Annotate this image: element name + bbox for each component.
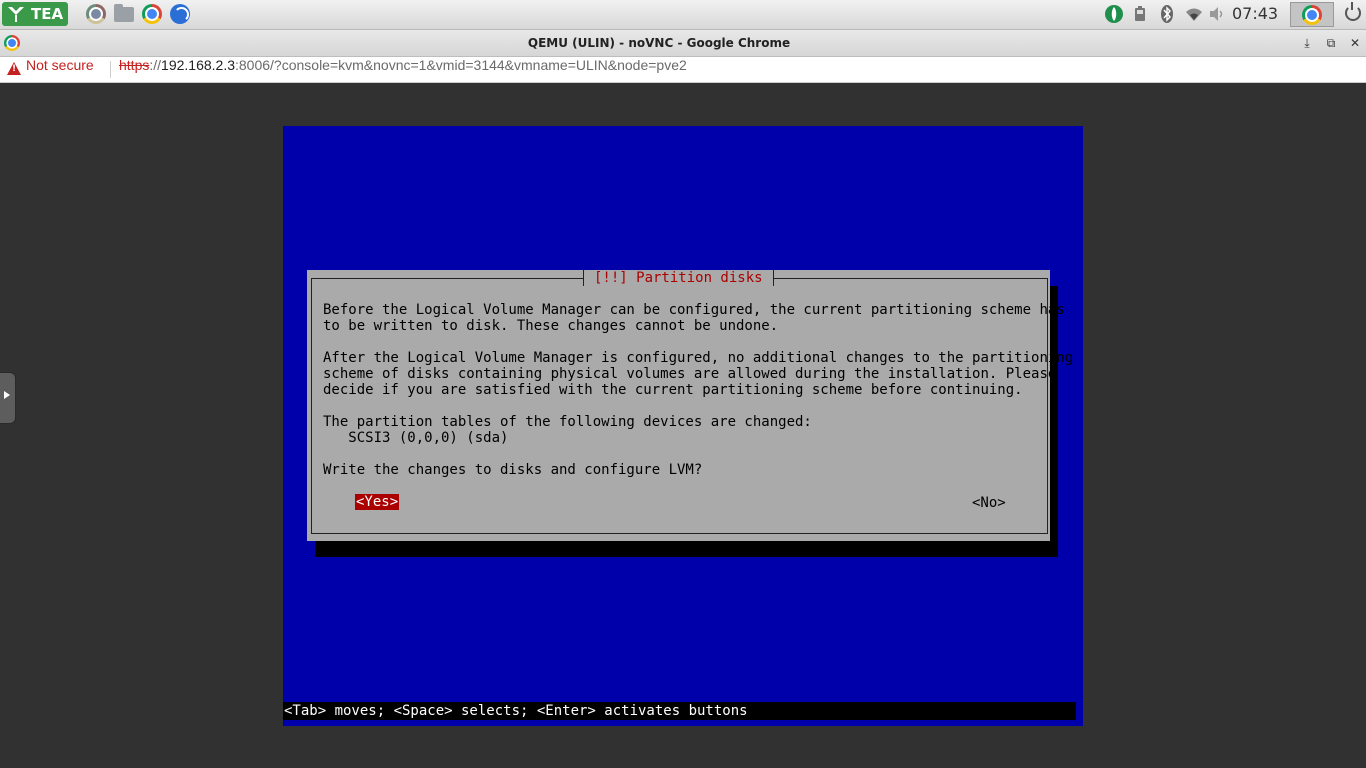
window-titlebar: QEMU (ULIN) - noVNC - Google Chrome ⤓ ⧉ … [0,30,1366,57]
close-icon[interactable]: ✕ [1346,33,1364,53]
download-icon[interactable]: ⤓ [1298,33,1316,53]
no-button[interactable]: <No> [972,495,1006,511]
novnc-control-bar-handle[interactable] [0,372,16,424]
url-host: 192.168.2.3 [161,57,235,73]
chromium-icon[interactable] [86,4,106,24]
shield-icon[interactable] [1103,4,1125,24]
url-separator: :// [149,57,162,73]
partition-disks-dialog: [!!] Partition disks Before the Logical … [307,270,1073,541]
launcher-button[interactable]: TEA [2,2,68,26]
browser-globe-icon[interactable] [170,4,190,24]
active-task-chrome[interactable] [1290,2,1334,27]
security-indicator[interactable]: Not secure [26,57,94,73]
url-scheme: https [119,57,150,73]
dialog-title: [!!] Partition disks [583,270,774,286]
wifi-icon[interactable] [1183,4,1205,24]
file-manager-icon[interactable] [114,4,134,22]
url-field[interactable]: https://192.168.2.3:8006/?console=kvm&no… [119,57,687,73]
window-title: QEMU (ULIN) - noVNC - Google Chrome [527,36,791,50]
vm-console-screen[interactable]: [!!] Partition disks Before the Logical … [283,126,1083,726]
dialog-question: Write the changes to disks and configure… [323,462,703,478]
bluetooth-icon[interactable] [1157,4,1177,24]
restore-icon[interactable]: ⧉ [1322,33,1340,53]
url-path: :8006/?console=kvm&novnc=1&vmid=3144&vmn… [235,57,687,73]
leaf-icon [8,7,24,22]
dialog-paragraph-1: Before the Logical Volume Manager can be… [323,302,1065,334]
yes-button[interactable]: <Yes> [355,494,400,510]
dialog-paragraph-2: After the Logical Volume Manager is conf… [323,350,1074,398]
power-icon[interactable] [1345,2,1361,21]
expand-arrow-icon [4,391,10,399]
warning-icon[interactable] [7,62,21,75]
chrome-icon [1302,5,1322,25]
address-divider [110,61,111,78]
novnc-viewport: [!!] Partition disks Before the Logical … [0,83,1366,768]
launcher-label: TEA [31,5,64,23]
battery-icon[interactable] [1131,4,1149,24]
clock[interactable]: 07:43 [1232,4,1278,24]
address-bar[interactable]: Not secure https://192.168.2.3:8006/?con… [0,57,1366,83]
dialog-paragraph-3: The partition tables of the following de… [323,414,812,446]
volume-icon[interactable] [1207,4,1227,24]
chrome-icon[interactable] [142,4,162,24]
taskbar: TEA 07:43 [0,0,1366,30]
installer-status-line: <Tab> moves; <Space> selects; <Enter> ac… [283,702,1076,720]
